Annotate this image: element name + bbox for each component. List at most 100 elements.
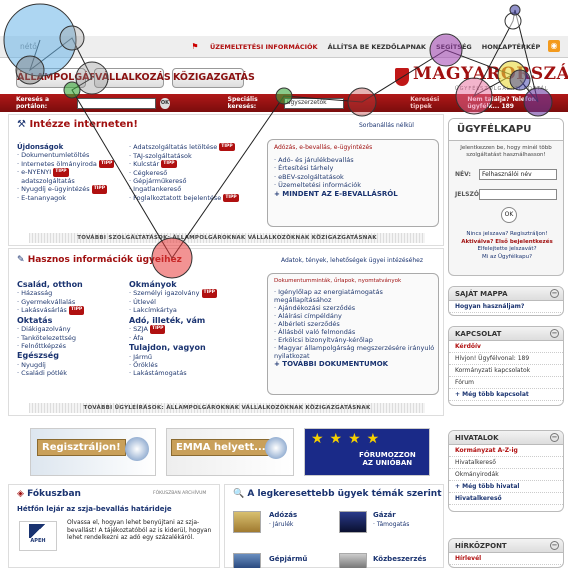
list-item[interactable]: · Magyar állampolgárság megszerzésére ir… [274,344,436,360]
topic-heading[interactable]: Adózás [269,511,297,519]
collapse-icon[interactable]: − [550,289,559,298]
office-item[interactable]: Hivatalkereső [449,457,563,469]
office-item[interactable]: Kormányzat A-Z-ig [449,445,563,457]
list-item[interactable]: · Személyi igazolvány TIPP [129,289,259,298]
ebevallas-more-link[interactable]: + MINDENT AZ E-BEVALLÁSRÓL [274,190,434,198]
list-item[interactable]: · Értesítési tárhely [274,164,434,172]
newsletter-link[interactable]: Hírlevél [449,553,563,565]
list-item[interactable]: · Ajándékozási szerződés [274,304,436,312]
useful-facts-link[interactable]: Adatok, tények, lehetőségek ügyei intézé… [281,257,423,264]
offices-more-link[interactable]: + Még több hivatal [449,481,563,493]
first-login-link[interactable]: Aktiválva? Első bejelentkezés [453,239,561,247]
list-item[interactable]: · Cégkereső [129,169,249,177]
special-search-select[interactable]: ügyszerzetők [283,97,345,109]
list-item[interactable]: adatszolgáltatás [17,177,121,185]
emma-banner[interactable]: EMMA helyett... [166,428,294,476]
list-item[interactable]: · Nyugdíj e-ügyintézés TIPP [17,185,121,194]
what-is-link[interactable]: Mi az Ügyfélkapu? [453,254,561,262]
list-item[interactable]: · eBEV-szolgáltatások [274,173,434,181]
collapse-icon[interactable]: − [550,329,559,338]
list-item[interactable]: · Diákigazolvány [17,325,117,333]
category-heading[interactable]: Egészség [17,352,117,361]
list-item[interactable]: · Útlevél [129,298,259,306]
list-item[interactable]: · Lakásvásárlás TIPP [17,306,117,315]
list-item[interactable]: · Albérleti szerződés [274,320,436,328]
tab-public-admin[interactable]: KÖZIGAZGATÁS [172,68,255,88]
list-item[interactable]: · Internetes ölmányiroda TIPP [17,159,121,169]
list-item[interactable]: · Igénylőlap az energiatámogatás megálla… [274,288,436,304]
list-item[interactable]: · Ingatlankereső [129,185,249,193]
no-queue-link[interactable]: Sorbanállás nélkül [359,122,414,129]
gas-thumbnail [339,511,367,533]
forgot-password-link[interactable]: Elfelejtette jelszavát? [453,246,561,254]
topic-subitem[interactable]: · Támogatás [373,521,409,528]
list-item[interactable]: · e-NYENYI TIPP [17,168,121,177]
list-item[interactable]: · Nyugdíj [17,361,117,369]
list-item[interactable]: · Foglalkoztatott bejelentése TIPP [129,193,249,203]
rss-icon[interactable]: ◉ [548,40,560,52]
sitemap-link[interactable]: HONLAPTÉRKÉP [482,43,540,51]
contact-item[interactable]: Hívjon! Ügyfélvonal: 189 [449,353,563,365]
category-heading[interactable]: Család, otthon [17,280,117,289]
topic-heading[interactable]: Gázár [373,511,396,519]
contact-item[interactable]: Kérdőív [449,341,563,353]
list-item[interactable]: · Lakcímkártya [129,306,259,314]
portal-search-input[interactable] [76,97,157,109]
more-services-bar[interactable]: TOVÁBBI SZOLGÁLTATÁSOK: ÁLLAMPOLGÁROKNAK… [29,233,425,243]
set-homepage-link[interactable]: ÁLLÍTSA BE KEZDŐLAPNAK [328,43,426,51]
register-banner[interactable]: Regisztráljon! [30,428,156,476]
list-item[interactable]: · Üzemeltetési információk [274,181,434,189]
documents-more-link[interactable]: + TOVÁBBI DOKUMENTUMOK [274,360,436,368]
list-item[interactable]: · Gyermekvállalás [17,298,117,306]
list-item[interactable]: · Áfa [129,334,259,342]
operations-info-link[interactable]: ÜZEMELTETÉSI INFORMÁCIÓK [210,43,318,51]
list-item[interactable]: · Dokumentumletöltés [17,151,121,159]
office-finder-link[interactable]: Hivatalkereső [449,493,563,505]
more-descriptions-bar[interactable]: TOVÁBBI ÜGYLEÍRÁSOK: ÁLLAMPOLGÁROKNAK VÁ… [29,403,425,413]
topic-heading[interactable]: Közbeszerzés [373,555,426,563]
list-item[interactable]: · Erkölcsi bizonyítvány-kérőlap [274,336,436,344]
username-input[interactable]: Felhasználói név [479,169,557,180]
list-item[interactable]: · Családi pótlék [17,369,117,377]
office-item[interactable]: Okmányirodák [449,469,563,481]
tab-citizen[interactable]: ÁLLAMPOLGÁR [16,68,97,88]
contact-item[interactable]: Fórum [449,377,563,389]
portal-search-ok-button[interactable]: OK [160,97,170,109]
login-ok-button[interactable]: OK [501,207,517,223]
category-heading[interactable]: Tulajdon, vagyon [129,343,259,352]
list-item[interactable]: · Aláírási címpéldány [274,312,436,320]
collapse-icon[interactable]: − [550,433,559,442]
help-link[interactable]: SEGÍTSÉG [436,43,472,51]
focus-headline[interactable]: Hétfőn lejár az szja-bevallás határideje [17,505,172,513]
list-item[interactable]: · Lakástámogatás [129,369,259,377]
category-heading[interactable]: Adó, illeték, vám [129,316,259,325]
list-item[interactable]: · Felnőttképzés [17,342,117,350]
list-item[interactable]: · Adatszolgáltatás letöltése TIPP [129,143,249,152]
list-item[interactable]: · Tankötelezettség [17,334,117,342]
list-item[interactable]: · Öröklés [129,361,259,369]
my-folder-help-link[interactable]: Hogyan használjam? [449,301,563,313]
list-item[interactable]: · E-tananyagok [17,194,121,202]
list-item[interactable]: · Kulcstár TIPP [129,160,249,169]
register-link[interactable]: Nincs jelszava? Regisztráljon! [453,231,561,239]
collapse-icon[interactable]: − [550,541,559,550]
search-tips-link[interactable]: Keresési tippek [410,96,455,110]
focus-archive-link[interactable]: FÓKUSZBAN ARCHÍVUM [153,491,206,496]
topic-heading[interactable]: Gépjármű [269,555,307,563]
list-item[interactable]: · SZJA TIPP [129,325,259,334]
topic-subitem[interactable]: · Járulék [269,521,293,528]
password-input[interactable] [479,189,557,200]
site-logo[interactable]: MAGYARORSZÁG.HU ÜGYFÉLSZOLGÁLATI PORTÁL [395,64,568,92]
tab-business[interactable]: VÁLLALKOZÁS [94,68,171,88]
eu-forum-banner[interactable]: ★★★★ FÓRUMOZZON AZ UNIÓBAN [304,428,430,476]
list-item[interactable]: · Jármű [129,353,259,361]
list-item[interactable]: Újdonságok [17,143,121,151]
language-flag-icon[interactable]: ⚑ [180,42,210,51]
list-item[interactable]: · Állásból való felmondás [274,328,436,336]
contact-item[interactable]: Kormányzati kapcsolatok [449,365,563,377]
category-heading[interactable]: Okmányok [129,280,259,289]
category-heading[interactable]: Oktatás [17,316,117,325]
contact-more-link[interactable]: + Még több kapcsolat [449,389,563,401]
list-item[interactable]: · Házasság [17,289,117,297]
list-item[interactable]: · TAJ-szolgáltatások [129,152,249,160]
